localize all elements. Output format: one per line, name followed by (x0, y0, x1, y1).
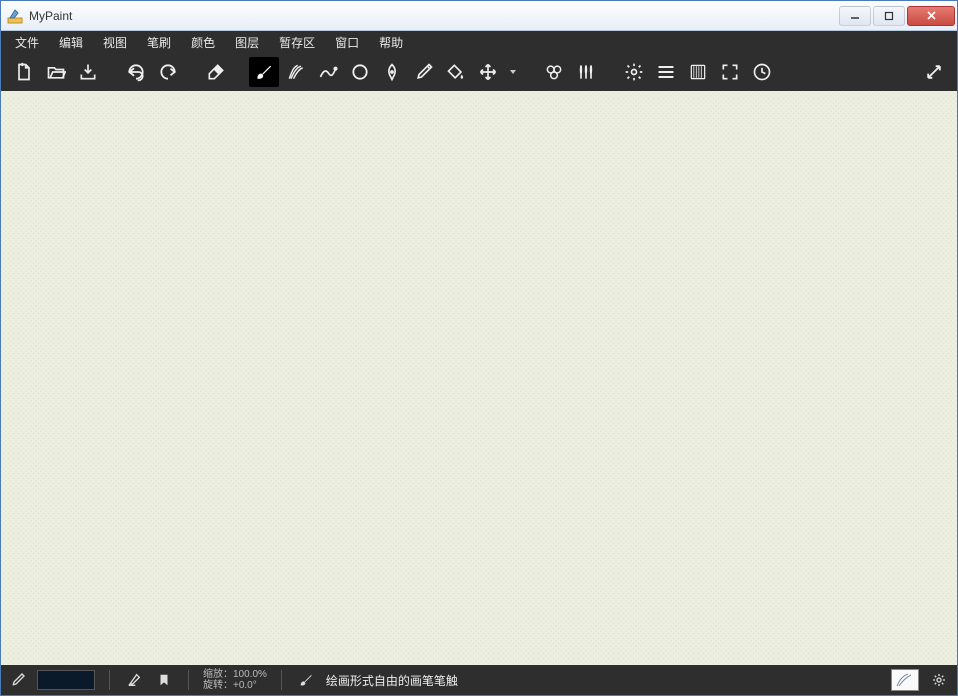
minimize-button[interactable] (839, 6, 871, 26)
open-file-button[interactable] (41, 57, 71, 87)
eyedropper-icon[interactable] (9, 672, 27, 688)
zoom-value: 100.0% (233, 669, 267, 680)
redo-button[interactable] (153, 57, 183, 87)
brush-tool-button[interactable] (249, 57, 279, 87)
canvas-area (1, 91, 957, 665)
menu-color[interactable]: 颜色 (181, 32, 225, 53)
toolbar (1, 53, 957, 91)
brush-edit-icon[interactable] (124, 670, 144, 690)
new-file-button[interactable] (9, 57, 39, 87)
history-button[interactable] (747, 57, 777, 87)
pen-tool-button[interactable] (377, 57, 407, 87)
color-picker-tool-button[interactable] (409, 57, 439, 87)
menu-layer[interactable]: 图层 (225, 32, 269, 53)
symmetry-button[interactable] (651, 57, 681, 87)
brush-selector-button[interactable] (571, 57, 601, 87)
menu-view[interactable]: 视图 (93, 32, 137, 53)
expand-button[interactable] (919, 57, 949, 87)
app-icon (7, 8, 23, 24)
maximize-button[interactable] (873, 6, 905, 26)
close-button[interactable] (907, 6, 955, 26)
current-color-swatch[interactable] (37, 670, 95, 690)
menu-edit[interactable]: 编辑 (49, 32, 93, 53)
menubar: 文件 编辑 视图 笔刷 颜色 图层 暂存区 窗口 帮助 (1, 31, 957, 53)
connected-lines-tool-button[interactable] (313, 57, 343, 87)
save-file-button[interactable] (73, 57, 103, 87)
rotate-label: 旋转： (203, 680, 233, 691)
color-selector-button[interactable] (539, 57, 569, 87)
fill-tool-button[interactable] (441, 57, 471, 87)
window-title: MyPaint (29, 9, 837, 23)
menu-scratch[interactable]: 暂存区 (269, 32, 325, 53)
ellipse-tool-button[interactable] (345, 57, 375, 87)
bookmark-icon[interactable] (154, 670, 174, 690)
fullscreen-button[interactable] (715, 57, 745, 87)
undo-button[interactable] (121, 57, 151, 87)
brush-preview-thumbnail[interactable] (891, 669, 919, 691)
preview-button[interactable] (683, 57, 713, 87)
tool-description: 绘画形式自由的画笔笔触 (326, 672, 458, 689)
settings-button[interactable] (619, 57, 649, 87)
canvas[interactable] (1, 91, 957, 665)
options-icon[interactable] (929, 670, 949, 690)
zoom-label: 缩放： (203, 669, 233, 680)
menu-brush[interactable]: 笔刷 (137, 32, 181, 53)
menu-window[interactable]: 窗口 (325, 32, 369, 53)
ink-tool-button[interactable] (281, 57, 311, 87)
app-window: MyPaint 文件 编辑 视图 笔刷 颜色 图层 暂存区 窗口 帮助 (0, 0, 958, 696)
statusbar: 缩放：100.0% 旋转：+0.0° 绘画形式自由的画笔笔触 (1, 665, 957, 695)
menu-help[interactable]: 帮助 (369, 32, 413, 53)
window-controls (837, 6, 955, 26)
zoom-rotation-display: 缩放：100.0% 旋转：+0.0° (203, 669, 267, 691)
eraser-tool-button[interactable] (201, 57, 231, 87)
current-tool-icon (296, 670, 316, 690)
move-tool-button[interactable] (473, 57, 503, 87)
rotate-value: +0.0° (233, 680, 257, 691)
tool-dropdown-button[interactable] (505, 67, 521, 77)
menu-file[interactable]: 文件 (5, 32, 49, 53)
titlebar: MyPaint (1, 1, 957, 31)
